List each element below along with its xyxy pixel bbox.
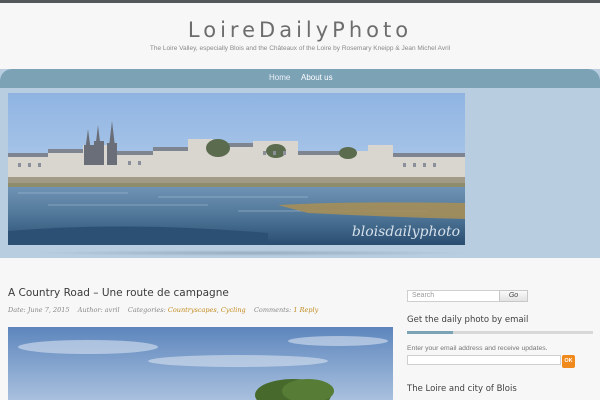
nav-item-about-us[interactable]: About us bbox=[301, 73, 333, 82]
category-link-cycling[interactable]: Cycling bbox=[221, 306, 246, 314]
site-title[interactable]: LoireDailyPhoto bbox=[0, 18, 600, 42]
search-input[interactable]: Search bbox=[407, 290, 500, 302]
email-instructions: Enter your email address and receive upd… bbox=[407, 345, 548, 352]
widget-title-email: Get the daily photo by email bbox=[407, 315, 529, 325]
post-date-label: Date: bbox=[8, 306, 26, 314]
nav-item-home[interactable]: Home bbox=[269, 73, 290, 82]
top-bar bbox=[0, 0, 600, 3]
email-submit-button[interactable]: OK bbox=[562, 355, 575, 368]
widget-title-loire: The Loire and city of Blois bbox=[407, 384, 517, 394]
post-photo bbox=[8, 327, 393, 400]
site-tagline: The Loire Valley, especially Blois and t… bbox=[149, 45, 451, 52]
banner-shadow bbox=[30, 250, 470, 256]
post-meta: Date: June 7, 2015 Author: avril Categor… bbox=[8, 306, 319, 314]
post-author: avril bbox=[104, 306, 120, 314]
banner-watermark-text: bloisdailyphoto bbox=[352, 224, 460, 240]
post-title[interactable]: A Country Road – Une route de campagne bbox=[8, 287, 229, 299]
search-go-button[interactable]: Go bbox=[499, 290, 528, 302]
email-field[interactable] bbox=[407, 355, 561, 365]
post-author-label: Author: bbox=[77, 306, 103, 314]
post-comments-label: Comments: bbox=[253, 306, 292, 314]
category-link-countryscapes[interactable]: Countryscapes bbox=[168, 306, 217, 314]
main-nav: Home About us bbox=[0, 69, 600, 88]
header-banner-photo: bloisdailyphoto bbox=[8, 93, 465, 245]
widget-divider bbox=[407, 331, 593, 334]
post-comments-link[interactable]: 1 Reply bbox=[293, 306, 318, 314]
post-categories-label: Categories: bbox=[127, 306, 166, 314]
post-date: June 7, 2015 bbox=[27, 306, 70, 314]
